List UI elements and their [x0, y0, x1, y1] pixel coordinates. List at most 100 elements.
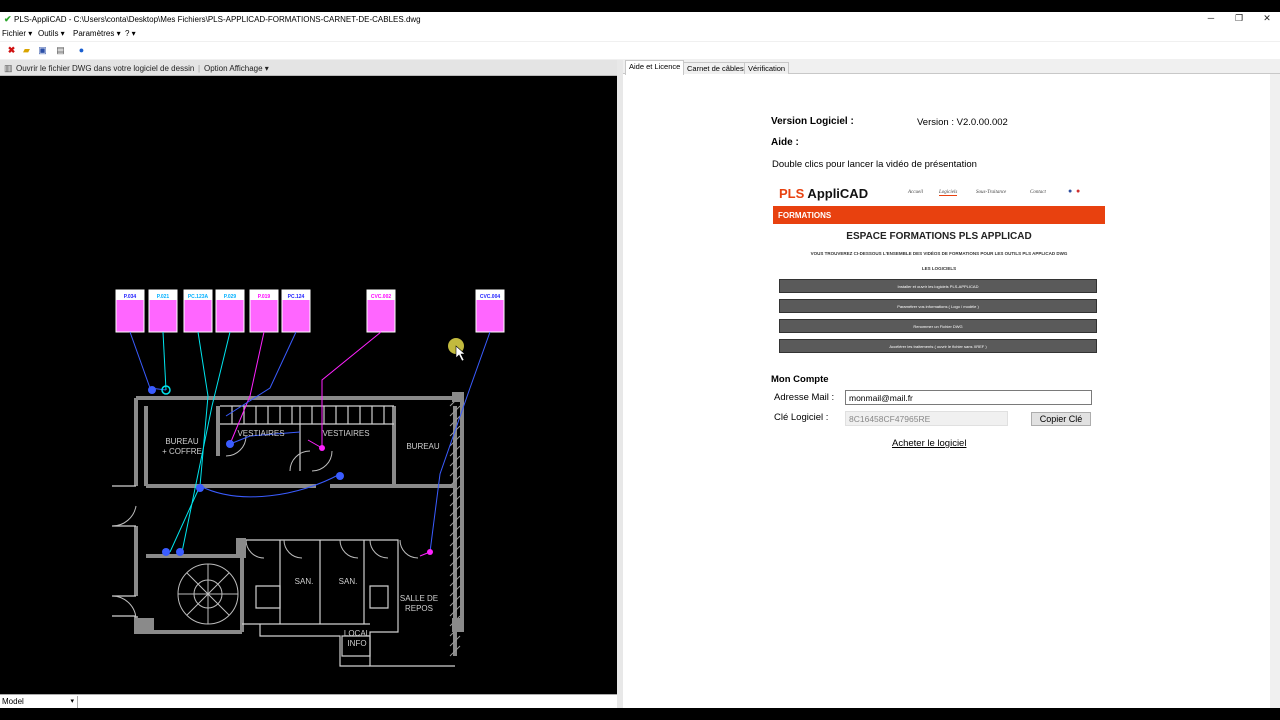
- tab-verification[interactable]: Vérification: [744, 62, 790, 74]
- aide-label: Aide :: [771, 137, 799, 148]
- copy-key-button[interactable]: Copier Clé: [1031, 412, 1091, 426]
- cable-tag[interactable]: P.019: [249, 289, 279, 333]
- room-label: + COFFRE: [162, 447, 202, 456]
- promo-button: Installer et ouvrir les logiciels PLS-AP…: [779, 279, 1097, 293]
- room-label: BUREAU: [165, 437, 199, 446]
- flag-en-icon: ●: [1068, 188, 1073, 195]
- room-label: VESTIAIRES: [322, 429, 369, 438]
- menu-tools-label: Outils: [38, 29, 59, 38]
- cable-tag[interactable]: CVC.002: [366, 289, 396, 333]
- version-label: Version Logiciel :: [771, 116, 854, 127]
- cable-tag[interactable]: P.034: [115, 289, 145, 333]
- open-dwg-button[interactable]: Ouvrir le fichier DWG dans votre logicie…: [16, 64, 194, 73]
- main-toolbar: ✖ ▰ ▣ ▤ ●: [0, 42, 1280, 59]
- email-field[interactable]: [845, 390, 1092, 405]
- cad-viewport[interactable]: P.034 P.021 PC.123A P.029 P.019 PC.124 C…: [0, 76, 617, 694]
- title-bar: ✔ PLS-AppliCAD - C:\Users\conta\Desktop\…: [0, 12, 1280, 27]
- display-option-dropdown[interactable]: Option Affichage ▾: [204, 64, 269, 73]
- menu-tools[interactable]: Outils ▾: [38, 29, 65, 38]
- promo-logo-red: PLS: [779, 186, 805, 201]
- restore-button[interactable]: ❐: [1232, 13, 1246, 25]
- room-label: REPOS: [405, 604, 433, 613]
- cable-tags: P.034 P.021 PC.123A P.029 P.019 PC.124 C…: [115, 289, 505, 333]
- promo-banner: FORMATIONS: [773, 206, 1105, 224]
- cable-tag-label: CVC.004: [480, 294, 501, 300]
- mouse-cursor: [448, 338, 466, 362]
- thin-walls: [112, 405, 455, 667]
- cable-tag[interactable]: CVC.004: [475, 289, 505, 333]
- open-folder-icon[interactable]: ▰: [21, 45, 32, 56]
- tab-help-license[interactable]: Aide et Licence: [625, 60, 685, 75]
- layout-label: Model: [2, 697, 24, 706]
- floor-plan[interactable]: P.034 P.021 PC.123A P.029 P.019 PC.124 C…: [0, 76, 617, 694]
- license-key-field[interactable]: [845, 411, 1008, 426]
- vertical-scrollbar[interactable]: [1270, 74, 1280, 708]
- close-file-icon[interactable]: ✖: [6, 45, 17, 56]
- close-button[interactable]: ✕: [1260, 13, 1274, 25]
- buy-software-link[interactable]: Acheter le logiciel: [892, 438, 966, 449]
- menu-file-label: Fichier: [2, 29, 27, 38]
- room-label: VESTIAIRES: [237, 429, 284, 438]
- status-bar: Model ▾: [0, 694, 617, 708]
- room-label: LOCAL: [344, 629, 371, 638]
- display-option-label: Option Affichage: [204, 64, 263, 73]
- door-arcs: [111, 435, 419, 625]
- email-label: Adresse Mail :: [774, 392, 835, 403]
- side-panel: Aide et Licence Carnet de câbles Vérific…: [623, 60, 1280, 708]
- app-check-icon: ✔: [4, 14, 12, 24]
- drawing-panel: ▥ Ouvrir le fichier DWG dans votre logic…: [0, 60, 617, 708]
- room-label: SAN.: [295, 577, 314, 586]
- cable-tag-label: PC.123A: [188, 294, 209, 300]
- promo-button: Accélérer les traitements ( ouvrir le fi…: [779, 339, 1097, 353]
- cable-tag-label: CVC.002: [371, 294, 392, 300]
- dwg-file-icon: ▥: [4, 63, 13, 73]
- window-title: PLS-AppliCAD - C:\Users\conta\Desktop\Me…: [14, 15, 421, 24]
- key-label: Clé Logiciel :: [774, 412, 829, 423]
- minimize-button[interactable]: ─: [1204, 13, 1218, 25]
- chevron-down-icon: ▾: [70, 698, 74, 705]
- promo-logo-black: AppliCAD: [804, 186, 869, 201]
- print-icon[interactable]: ▤: [55, 45, 66, 56]
- menu-settings[interactable]: Paramètres ▾: [73, 29, 121, 38]
- menu-bar: Fichier ▾ Outils ▾ Paramètres ▾ ? ▾: [0, 27, 1280, 41]
- tab-cable-book[interactable]: Carnet de câbles: [683, 62, 748, 74]
- menu-file[interactable]: Fichier ▾: [2, 29, 32, 38]
- cable-tag-label: P.019: [258, 294, 271, 300]
- cable-tag[interactable]: PC.124: [281, 289, 311, 333]
- promo-nav-item: Accueil: [908, 190, 923, 195]
- toolbar-separator: |: [198, 64, 201, 73]
- cable-tag[interactable]: P.021: [148, 289, 178, 333]
- room-label: BUREAU: [406, 442, 440, 451]
- cable-tag[interactable]: P.029: [215, 289, 245, 333]
- app-window: ✔ PLS-AppliCAD - C:\Users\conta\Desktop\…: [0, 12, 1280, 708]
- promo-nav-item: Logiciels: [939, 190, 958, 196]
- room-label: SALLE DE: [400, 594, 438, 603]
- tab-bar: Aide et Licence Carnet de câbles Vérific…: [623, 60, 1280, 75]
- room-label: SAN.: [339, 577, 358, 586]
- promo-button: Paramétrer vos informations ( Logo / mod…: [779, 299, 1097, 313]
- promo-logo: PLS AppliCAD: [779, 186, 868, 201]
- promo-subheading: VOUS TROUVEREZ CI-DESSOUS L'ENSEMBLE DES…: [810, 251, 1068, 256]
- cable-tag-label: P.034: [124, 294, 137, 300]
- promo-section: LES LOGICIELS: [921, 266, 957, 271]
- video-hint: Double clics pour lancer la vidéo de pré…: [772, 159, 977, 170]
- promo-heading: ESPACE FORMATIONS PLS APPLICAD: [846, 231, 1032, 242]
- promo-nav-item: Contact: [1030, 190, 1046, 195]
- cable-tag-label: P.021: [157, 294, 170, 300]
- menu-help[interactable]: ? ▾: [125, 29, 136, 38]
- dwg-toolbar: ▥ Ouvrir le fichier DWG dans votre logic…: [0, 60, 617, 76]
- room-label: INFO: [347, 639, 366, 648]
- promo-button: Renommer un Fichier DWG: [779, 319, 1097, 333]
- cable-tag[interactable]: PC.123A: [183, 289, 213, 333]
- account-heading: Mon Compte: [771, 374, 829, 385]
- cable-tag-label: P.029: [224, 294, 237, 300]
- flag-fr-icon: ●: [1076, 188, 1081, 195]
- cable-tag-label: PC.124: [288, 294, 305, 300]
- video-thumbnail[interactable]: PLS AppliCAD Accueil Logiciels Sous-Trai…: [773, 183, 1105, 359]
- menu-help-label: ?: [125, 29, 130, 38]
- help-icon[interactable]: ●: [76, 45, 87, 56]
- layout-selector[interactable]: Model ▾: [0, 696, 78, 708]
- save-icon[interactable]: ▣: [37, 45, 48, 56]
- menu-settings-label: Paramètres: [73, 29, 115, 38]
- promo-nav-item: Sous-Traitance: [976, 190, 1007, 195]
